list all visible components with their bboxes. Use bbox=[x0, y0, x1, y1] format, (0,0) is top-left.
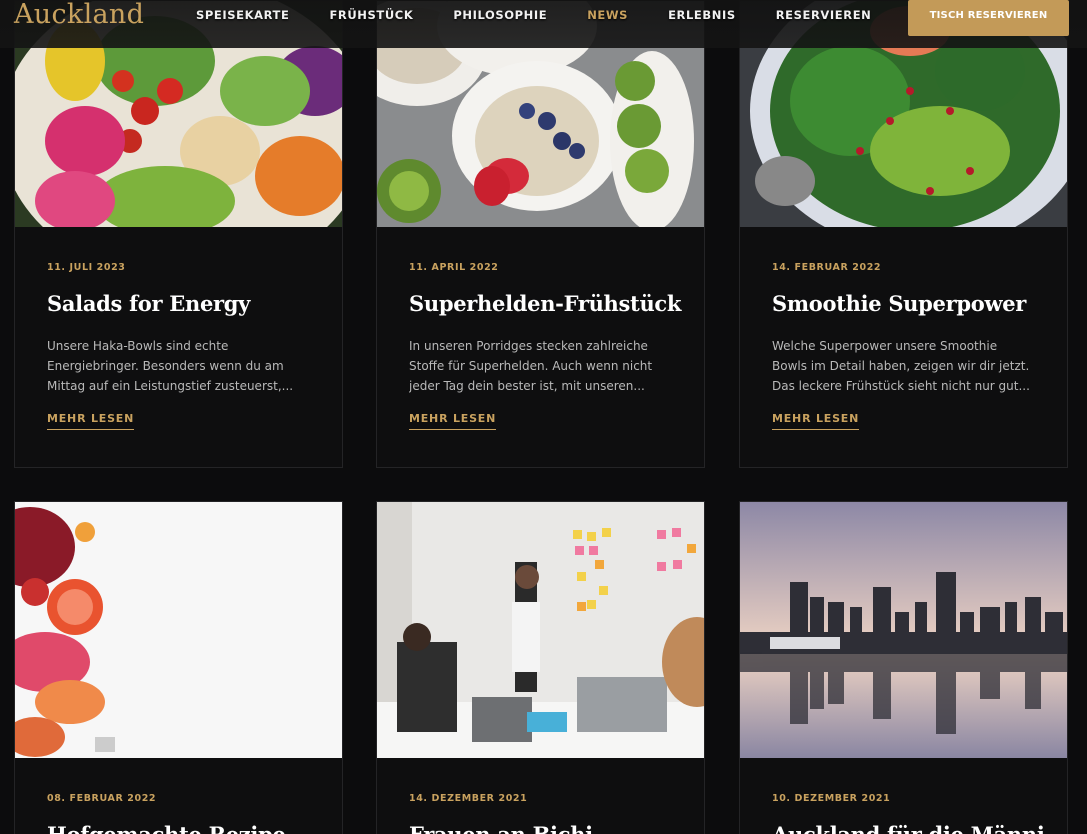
post-title[interactable]: Hofgemachte Rezipe bbox=[47, 822, 310, 834]
read-more-link[interactable]: MEHR LESEN bbox=[772, 412, 860, 430]
post-image-office[interactable] bbox=[377, 502, 704, 758]
post-date: 10. DEZEMBER 2021 bbox=[772, 793, 891, 804]
nav-fruehstueck[interactable]: FRÜHSTÜCK bbox=[329, 8, 413, 22]
post-date: 11. APRIL 2022 bbox=[409, 262, 499, 273]
read-more-link[interactable]: MEHR LESEN bbox=[47, 412, 135, 430]
post-title[interactable]: Salads for Energy bbox=[47, 291, 310, 316]
nav-philosophie[interactable]: PHILOSOPHIE bbox=[453, 8, 547, 22]
nav-news[interactable]: NEWS bbox=[587, 8, 628, 22]
post-title[interactable]: Smoothie Superpower bbox=[772, 291, 1035, 316]
reserve-table-button[interactable]: TISCH RESERVIEREN bbox=[908, 0, 1069, 36]
post-title[interactable]: Auckland für die Männi bbox=[772, 822, 1045, 834]
main-nav: SPEISEKARTE FRÜHSTÜCK PHILOSOPHIE NEWS E… bbox=[196, 8, 911, 22]
news-card: 11. APRIL 2022 Superhelden-Frühstück In … bbox=[376, 0, 705, 468]
post-image-skyline[interactable] bbox=[740, 502, 1067, 758]
news-card: 11. JULI 2023 Salads for Energy Unsere H… bbox=[14, 0, 343, 468]
read-more-link[interactable]: MEHR LESEN bbox=[409, 412, 497, 430]
nav-reservieren[interactable]: RESERVIEREN bbox=[776, 8, 872, 22]
news-card: 10. DEZEMBER 2021 Auckland für die Männi bbox=[739, 501, 1068, 834]
site-header: Auckland SPEISEKARTE FRÜHSTÜCK PHILOSOPH… bbox=[0, 0, 1087, 48]
post-title[interactable]: Superhelden-Frühstück bbox=[409, 291, 681, 316]
post-excerpt: Welche Superpower unsere Smoothie Bowls … bbox=[772, 339, 1030, 393]
post-image-fruits[interactable] bbox=[15, 502, 342, 758]
post-date: 08. FEBRUAR 2022 bbox=[47, 793, 157, 804]
post-date: 11. JULI 2023 bbox=[47, 262, 126, 273]
post-date: 14. FEBRUAR 2022 bbox=[772, 262, 882, 273]
nav-erlebnis[interactable]: ERLEBNIS bbox=[668, 8, 736, 22]
post-title[interactable]: Frauen an Bichi bbox=[409, 822, 672, 834]
logo[interactable]: Auckland bbox=[14, 0, 144, 30]
news-card: 08. FEBRUAR 2022 Hofgemachte Rezipe bbox=[14, 501, 343, 834]
post-date: 14. DEZEMBER 2021 bbox=[409, 793, 528, 804]
news-card: 14. DEZEMBER 2021 Frauen an Bichi bbox=[376, 501, 705, 834]
post-excerpt: In unseren Porridges stecken zahlreiche … bbox=[409, 339, 653, 393]
news-card: 14. FEBRUAR 2022 Smoothie Superpower Wel… bbox=[739, 0, 1068, 468]
post-excerpt: Unsere Haka-Bowls sind echte Energiebrin… bbox=[47, 339, 294, 393]
nav-speisekarte[interactable]: SPEISEKARTE bbox=[196, 8, 289, 22]
